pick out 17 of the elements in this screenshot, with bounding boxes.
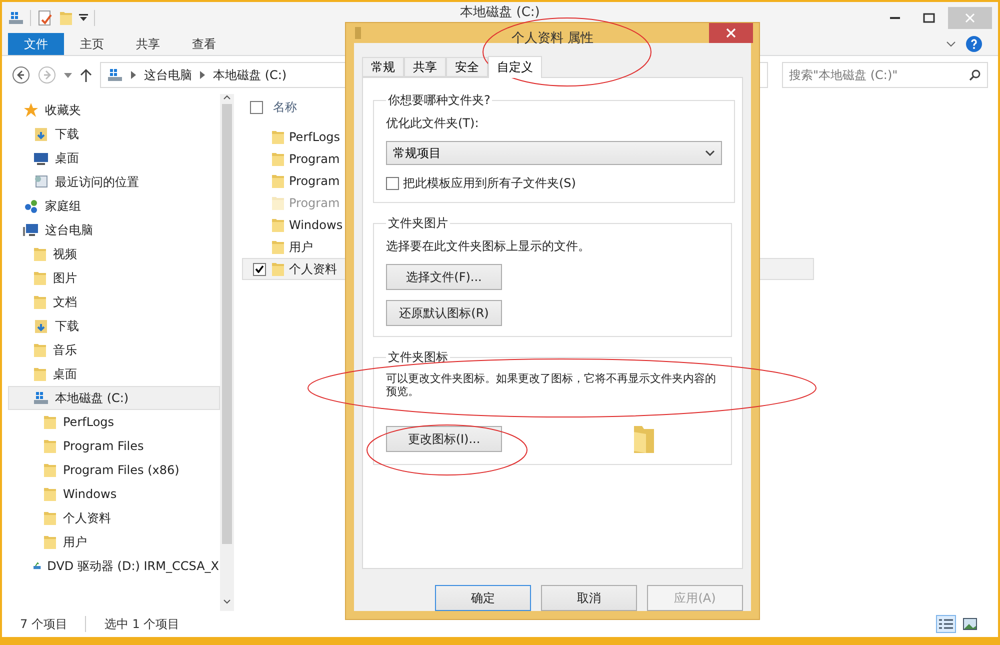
group-description: 可以更改文件夹图标。如果更改了图标，它将不再显示文件夹内容的预览。 [386,372,717,398]
field-label: 优化此文件夹(T): [386,115,479,131]
selection-count: 选中 1 个项目 [104,616,180,632]
file-name: 用户 [289,238,313,256]
group-heading: 你想要哪种文件夹? [387,92,492,109]
file-name: Program [289,196,340,210]
file-name: Program [289,152,340,166]
file-name: Windows [289,218,343,232]
item-count: 7 个项目 [20,616,68,632]
group-description: 选择要在此文件夹图标上显示的文件。 [386,238,590,254]
file-name: Program [289,174,340,188]
group-heading: 文件夹图片 [387,215,449,232]
file-name: 个人资料 [289,260,337,278]
group-heading: 文件夹图标 [387,349,449,366]
dialog-title: 个人资料 属性 [511,31,594,46]
window-title: 本地磁盘 (C:) [460,4,540,21]
file-name: PerfLogs [289,130,340,144]
